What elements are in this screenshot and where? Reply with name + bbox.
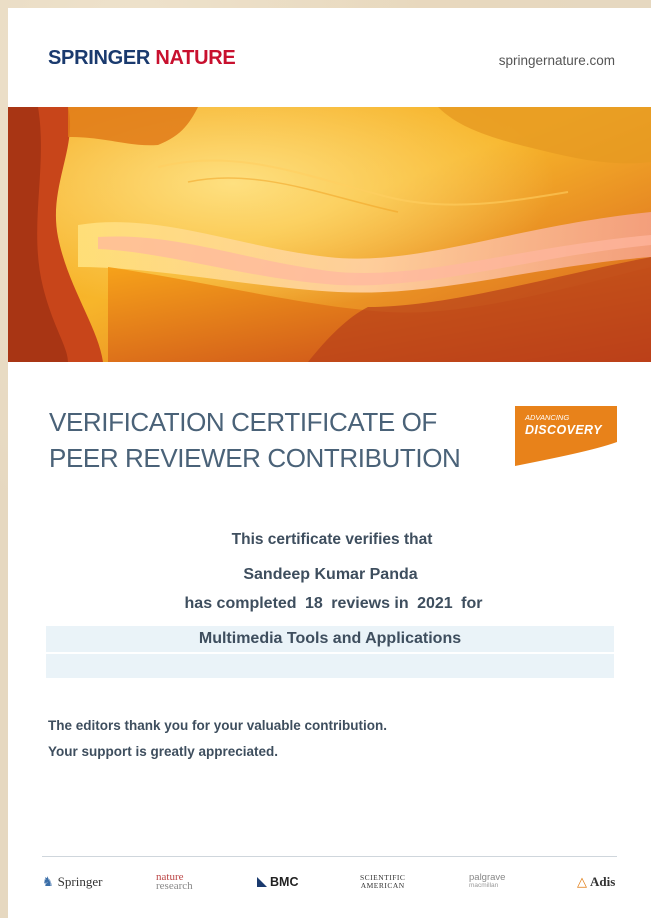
certificate-title: VERIFICATION CERTIFICATE OF PEER REVIEWE… <box>49 404 461 476</box>
bmc-triangle-icon <box>257 877 267 887</box>
adis-triangle-icon: △ <box>577 874 587 889</box>
brand-springer-text: SPRINGER <box>48 47 151 69</box>
hero-canyon-image <box>8 107 651 362</box>
completed-prefix: has completed <box>184 595 297 612</box>
research-logo-text: research <box>156 880 193 892</box>
thanks-line-2: Your support is greatly appreciated. <box>48 744 279 759</box>
sa-line-2: AMERICAN <box>360 881 405 890</box>
adis-logo-text: Adis <box>590 874 616 889</box>
brand-nature-text: NATURE <box>155 47 236 69</box>
site-url-link[interactable]: springernature.com <box>499 53 615 68</box>
bmc-logo[interactable]: BMC <box>257 870 298 894</box>
springer-logo-text: Springer <box>57 874 103 889</box>
macmillan-text: macmillan <box>469 882 499 889</box>
adis-logo[interactable]: △ Adis <box>577 870 615 894</box>
verifies-text: This certificate verifies that <box>231 531 433 548</box>
springer-nature-logo[interactable]: SPRINGER NATURE <box>48 47 236 69</box>
palgrave-macmillan-logo[interactable]: palgrave macmillan <box>469 870 505 894</box>
bmc-logo-text: BMC <box>270 875 299 889</box>
title-line-2: PEER REVIEWER CONTRIBUTION <box>49 443 461 473</box>
title-line-1: VERIFICATION CERTIFICATE OF <box>49 407 437 437</box>
springer-logo[interactable]: ♞ Springer <box>42 870 102 894</box>
footer-logos: ♞ Springer nature research BMC SCIENTIFI… <box>38 870 623 894</box>
journal-name: Multimedia Tools and Applications <box>46 626 614 652</box>
certificate-page: SPRINGER NATURE springernature.com VERIF… <box>8 8 651 918</box>
badge-big-text: DISCOVERY <box>525 423 603 437</box>
review-year: 2021 <box>417 595 453 612</box>
reviewer-name: Sandeep Kumar Panda <box>243 566 418 583</box>
advancing-discovery-badge: ADVANCING DISCOVERY <box>515 406 617 466</box>
thanks-line-1: The editors thank you for your valuable … <box>48 718 388 733</box>
completion-line: has completed 18 reviews in 2021 for <box>8 595 651 613</box>
nature-research-logo[interactable]: nature research <box>156 870 193 894</box>
review-count: 18 <box>305 595 323 612</box>
scientific-american-logo[interactable]: SCIENTIFIC AMERICAN <box>360 870 405 894</box>
for-word: for <box>461 595 483 612</box>
reviews-in-text: reviews in <box>331 595 409 612</box>
palgrave-text: palgrave <box>469 872 506 883</box>
footer-divider <box>42 856 617 857</box>
badge-small-text: ADVANCING <box>525 413 570 422</box>
springer-horse-icon: ♞ <box>42 874 54 889</box>
empty-journal-row <box>46 654 614 678</box>
